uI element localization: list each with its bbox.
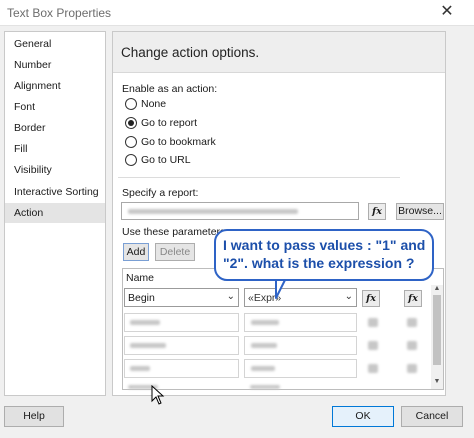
- parameter-row-redacted[interactable]: [244, 313, 357, 332]
- scroll-up-icon[interactable]: ▲: [431, 285, 443, 292]
- chevron-down-icon[interactable]: ⌄: [345, 291, 353, 302]
- add-button[interactable]: Add: [123, 243, 149, 261]
- title-bar: Text Box Properties ✕: [0, 0, 474, 26]
- radio-go-to-url[interactable]: [125, 154, 137, 166]
- report-path-redacted: [128, 209, 298, 214]
- value-expression-button[interactable]: fx: [362, 290, 380, 307]
- browse-button[interactable]: Browse...: [396, 203, 444, 220]
- fx-redacted: [407, 318, 417, 327]
- radio-go-to-url-label[interactable]: Go to URL: [141, 154, 191, 166]
- ok-button[interactable]: OK: [332, 406, 394, 427]
- sidebar-item-interactive-sorting[interactable]: Interactive Sorting: [5, 182, 105, 202]
- name-column-header: Name: [126, 272, 155, 284]
- extra-expression-button[interactable]: fx: [404, 290, 422, 307]
- sidebar: General Number Alignment Font Border Fil…: [4, 31, 106, 396]
- help-button[interactable]: Help: [4, 406, 64, 427]
- fx-redacted: [407, 364, 417, 373]
- parameter-row-redacted[interactable]: [124, 313, 239, 332]
- scroll-thumb[interactable]: [433, 295, 441, 365]
- chevron-down-icon[interactable]: ⌄: [227, 291, 235, 302]
- parameter-row-redacted[interactable]: [244, 359, 357, 378]
- delete-button[interactable]: Delete: [155, 243, 195, 261]
- page-title: Change action options.: [121, 45, 260, 60]
- radio-go-to-report[interactable]: [125, 117, 137, 129]
- sidebar-item-border[interactable]: Border: [5, 118, 105, 138]
- cancel-button[interactable]: Cancel: [401, 406, 463, 427]
- radio-go-to-bookmark-label[interactable]: Go to bookmark: [141, 136, 216, 148]
- annotation-bubble: I want to pass values : "1" and "2". wha…: [214, 229, 434, 281]
- parameter-row-redacted[interactable]: [124, 336, 239, 355]
- enable-action-label: Enable as an action:: [122, 83, 218, 95]
- annotation-text: I want to pass values : "1" and "2". wha…: [223, 237, 426, 271]
- radio-go-to-report-label[interactable]: Go to report: [141, 117, 197, 129]
- panel-header: Change action options.: [113, 32, 445, 73]
- sidebar-item-font[interactable]: Font: [5, 97, 105, 117]
- mouse-pointer-icon: [151, 385, 165, 405]
- fx-redacted: [407, 341, 417, 350]
- radio-none-label[interactable]: None: [141, 98, 166, 110]
- window-title: Text Box Properties: [7, 6, 112, 20]
- scroll-down-icon[interactable]: ▼: [431, 378, 443, 385]
- parameter-row-redacted: [250, 385, 280, 389]
- sidebar-item-number[interactable]: Number: [5, 55, 105, 75]
- parameters-label: Use these parameters: [122, 226, 226, 238]
- sidebar-item-alignment[interactable]: Alignment: [5, 76, 105, 96]
- parameter-row-redacted[interactable]: [244, 336, 357, 355]
- parameter-name-select[interactable]: Begin ⌄: [124, 288, 239, 307]
- report-expression-button[interactable]: fx: [368, 203, 386, 220]
- sidebar-item-visibility[interactable]: Visibility: [5, 160, 105, 180]
- fx-redacted: [368, 318, 378, 327]
- sidebar-item-action[interactable]: Action: [5, 203, 105, 223]
- radio-none[interactable]: [125, 98, 137, 110]
- fx-redacted: [368, 341, 378, 350]
- report-path-input[interactable]: [121, 202, 359, 220]
- radio-go-to-bookmark[interactable]: [125, 136, 137, 148]
- sidebar-item-general[interactable]: General: [5, 34, 105, 54]
- sidebar-item-fill[interactable]: Fill: [5, 139, 105, 159]
- parameter-name-value: Begin: [128, 292, 155, 304]
- specify-report-label: Specify a report:: [122, 187, 199, 199]
- separator: [118, 177, 400, 178]
- fx-redacted: [368, 364, 378, 373]
- grid-scrollbar[interactable]: ▲ ▼: [431, 285, 443, 389]
- close-icon[interactable]: ✕: [432, 1, 462, 23]
- parameter-row-redacted[interactable]: [124, 359, 239, 378]
